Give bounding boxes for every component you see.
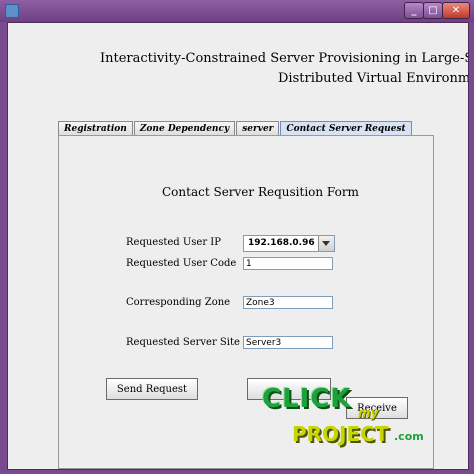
- requested-server-site-field[interactable]: Server3: [243, 336, 333, 349]
- requested-user-code-label: Requested User Code: [126, 258, 237, 269]
- watermark-com-text: .com: [394, 430, 424, 443]
- chevron-down-icon[interactable]: [318, 236, 334, 251]
- minimize-button[interactable]: _: [404, 2, 424, 19]
- maximize-button[interactable]: □: [423, 2, 443, 19]
- tab-server[interactable]: server: [236, 121, 280, 136]
- app-title-line2: Distributed Virtual Environments: [278, 71, 469, 86]
- watermark-project-text: PROJECT: [292, 422, 389, 446]
- requested-user-code-field[interactable]: 1: [243, 257, 333, 270]
- tab-zone-dependency[interactable]: Zone Dependency: [133, 121, 236, 136]
- requested-user-ip-select[interactable]: 192.168.0.96: [243, 235, 335, 252]
- close-button[interactable]: ✕: [442, 2, 470, 19]
- tab-registration[interactable]: Registration: [58, 121, 133, 136]
- corresponding-zone-label: Corresponding Zone: [126, 297, 231, 308]
- send-request-button[interactable]: Send Request: [106, 378, 198, 400]
- corresponding-zone-field[interactable]: Zone3: [243, 296, 333, 309]
- java-app-icon: [5, 4, 19, 18]
- requested-user-ip-value: 192.168.0.96: [248, 238, 315, 248]
- tab-contact-server-request[interactable]: Contact Server Request: [280, 121, 412, 136]
- watermark-click-text: CLICK: [262, 384, 352, 414]
- watermark-my-text: my: [358, 406, 379, 420]
- app-title-line1: Interactivity-Constrained Server Provisi…: [100, 51, 469, 66]
- requested-user-ip-label: Requested User IP: [126, 237, 221, 248]
- window-titlebar[interactable]: _ □ ✕: [0, 0, 474, 22]
- form-title: Contact Server Requsition Form: [162, 185, 359, 199]
- clickmyproject-watermark-logo: CLICK my PROJECT .com: [262, 384, 442, 454]
- tab-strip: Registration Zone Dependency server Cont…: [58, 121, 413, 136]
- requested-server-site-label: Requested Server Site: [126, 337, 240, 348]
